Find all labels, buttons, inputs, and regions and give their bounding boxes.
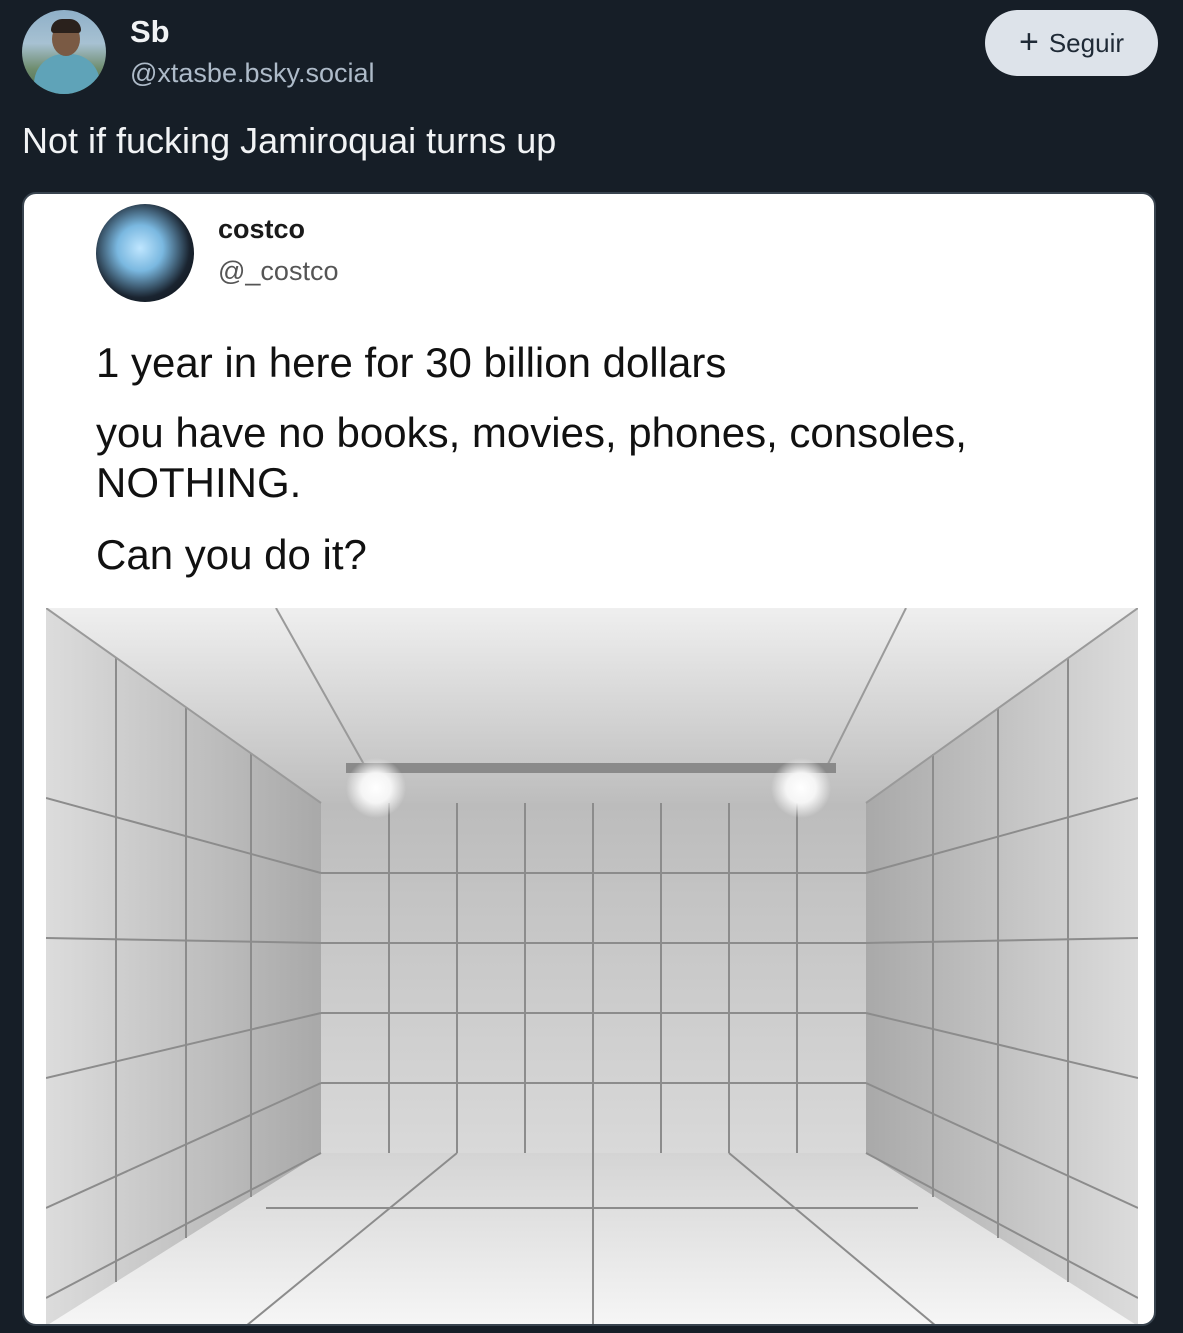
quoted-text-line: Can you do it? — [96, 531, 367, 578]
plus-icon: + — [1018, 23, 1039, 61]
padded-room-photo — [46, 608, 1138, 1324]
quoted-author-handle: @_costco — [218, 256, 339, 286]
quoted-text-line: you have no books, movies, phones, conso… — [96, 409, 967, 456]
embedded-image[interactable]: costco @_costco 1 year in here for 30 bi… — [22, 192, 1156, 1326]
post-text: Not if fucking Jamiroquai turns up — [22, 120, 557, 161]
follow-button[interactable]: + Seguir — [985, 10, 1158, 76]
user-avatar[interactable] — [22, 10, 106, 94]
quoted-author-avatar — [96, 204, 194, 302]
quoted-text-line: NOTHING. — [96, 459, 302, 506]
quoted-author-name: costco — [218, 214, 306, 244]
avatar-hair-shape — [51, 19, 81, 33]
author-handle[interactable]: @xtasbe.bsky.social — [130, 58, 375, 89]
padded-room-illustration — [46, 608, 1138, 1324]
author-display-name[interactable]: Sb — [130, 14, 170, 50]
avatar-body-shape — [34, 54, 100, 94]
quoted-text-line: 1 year in here for 30 billion dollars — [96, 339, 727, 386]
follow-button-label: Seguir — [1048, 27, 1124, 58]
